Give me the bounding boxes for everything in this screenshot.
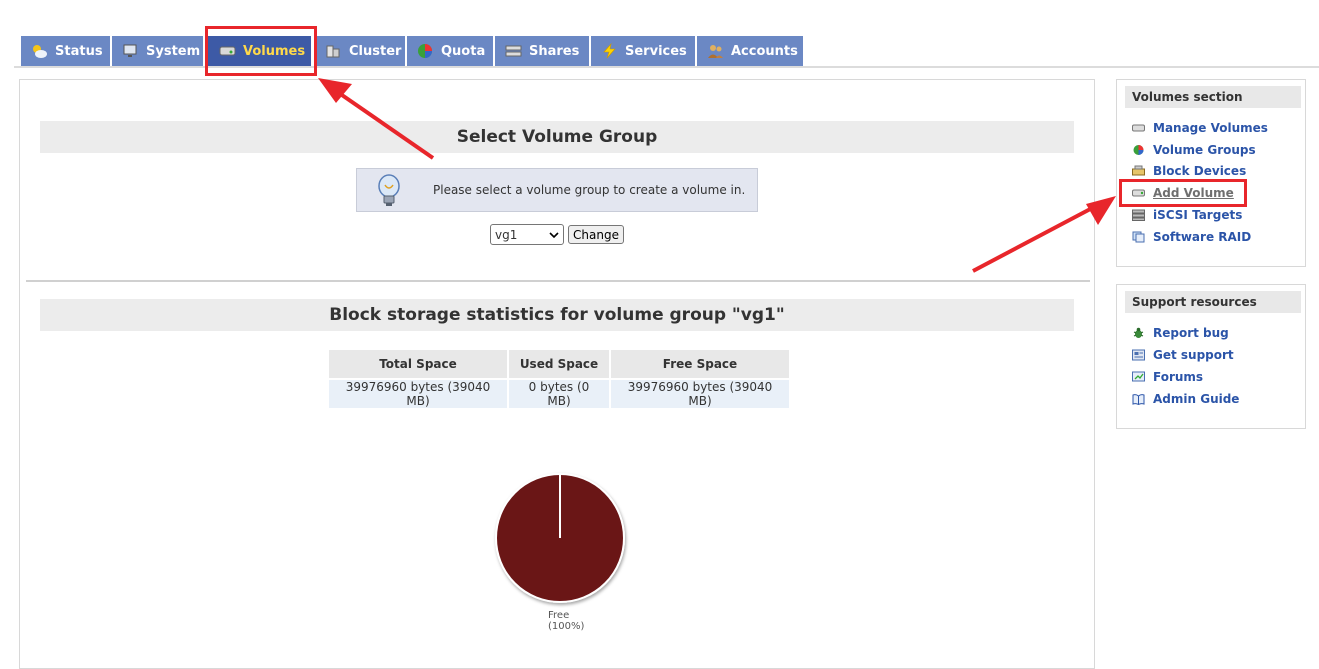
- volume-group-select[interactable]: vg1: [490, 224, 564, 245]
- pie-label-name: Free: [548, 610, 570, 621]
- block-devices-icon: [1132, 165, 1145, 177]
- volumes-section-title: Volumes section: [1125, 86, 1301, 108]
- sidebar-item-volume-groups[interactable]: Volume Groups: [1132, 142, 1256, 158]
- software-raid-icon: [1132, 231, 1145, 243]
- tab-cluster[interactable]: Cluster: [315, 36, 407, 66]
- tab-shares[interactable]: Shares: [495, 36, 591, 66]
- iscsi-targets-icon: [1132, 209, 1145, 221]
- sidebar-item-label: Get support: [1153, 348, 1234, 362]
- admin-guide-icon: [1132, 393, 1145, 406]
- sidebar-item-label: Volume Groups: [1153, 143, 1256, 157]
- pie-label-percent: (100%): [548, 621, 585, 632]
- column-header-used: Used Space: [509, 350, 609, 378]
- info-message-text: Please select a volume group to create a…: [433, 183, 746, 197]
- sidebar-item-label: Admin Guide: [1153, 392, 1240, 406]
- sidebar-item-manage-volumes[interactable]: Manage Volumes: [1132, 120, 1268, 136]
- sidebar-item-label: Manage Volumes: [1153, 121, 1268, 135]
- storage-pie-chart: [490, 468, 630, 608]
- sidebar-item-label: Software RAID: [1153, 230, 1252, 244]
- support-resources-title: Support resources: [1125, 291, 1301, 313]
- sidebar-item-label: Report bug: [1153, 326, 1229, 340]
- free-space-value: 39976960 bytes (39040 MB): [611, 380, 789, 408]
- sidebar-item-block-devices[interactable]: Block Devices: [1132, 163, 1246, 179]
- bug-icon: [1132, 327, 1145, 339]
- info-message-box: Please select a volume group to create a…: [356, 168, 758, 212]
- system-icon: [122, 43, 139, 59]
- change-button[interactable]: Change: [568, 225, 624, 244]
- main-content-panel: Select Volume Group Please select a volu…: [19, 79, 1095, 669]
- sidebar-item-report-bug[interactable]: Report bug: [1132, 325, 1229, 341]
- status-icon: [31, 43, 48, 59]
- tab-system[interactable]: System: [112, 36, 205, 66]
- sidebar-item-software-raid[interactable]: Software RAID: [1132, 229, 1251, 245]
- column-header-total: Total Space: [329, 350, 507, 378]
- sidebar-item-admin-guide[interactable]: Admin Guide: [1132, 391, 1239, 407]
- annotation-highlight-volumes-tab: [205, 26, 317, 76]
- table-header-row: Total Space Used Space Free Space: [329, 350, 789, 378]
- chevron-down-icon: [549, 228, 559, 242]
- table-row: 39976960 bytes (39040 MB) 0 bytes (0 MB)…: [329, 380, 789, 408]
- lightbulb-icon: [375, 173, 403, 207]
- services-icon: [601, 42, 618, 59]
- volumes-section-panel: Volumes section Manage Volumes Volume Gr…: [1116, 79, 1306, 267]
- support-icon: [1132, 349, 1145, 361]
- forums-icon: [1132, 371, 1145, 383]
- volume-groups-icon: [1132, 144, 1145, 156]
- column-header-free: Free Space: [611, 350, 789, 378]
- section-divider: [26, 280, 1090, 282]
- select-volume-group-title: Select Volume Group: [40, 121, 1074, 153]
- sidebar-item-forums[interactable]: Forums: [1132, 369, 1203, 385]
- tab-services[interactable]: Services: [591, 36, 697, 66]
- annotation-highlight-add-volume: [1119, 179, 1247, 207]
- tab-status[interactable]: Status: [21, 36, 112, 66]
- tab-accounts[interactable]: Accounts: [697, 36, 805, 66]
- quota-icon: [417, 43, 434, 59]
- shares-icon: [505, 43, 522, 59]
- sidebar-item-label: iSCSI Targets: [1153, 208, 1243, 222]
- sidebar-item-get-support[interactable]: Get support: [1132, 347, 1234, 363]
- storage-stats-table: Total Space Used Space Free Space 399769…: [327, 348, 791, 410]
- sidebar-item-label: Block Devices: [1153, 164, 1247, 178]
- sidebar-item-iscsi-targets[interactable]: iSCSI Targets: [1132, 207, 1242, 223]
- manage-volumes-icon: [1132, 122, 1145, 134]
- tab-quota[interactable]: Quota: [407, 36, 495, 66]
- main-tab-bar: Status System Volumes Cluster Quota Shar…: [0, 0, 1319, 68]
- total-space-value: 39976960 bytes (39040 MB): [329, 380, 507, 408]
- cluster-icon: [325, 43, 342, 59]
- support-resources-panel: Support resources Report bug Get support…: [1116, 284, 1306, 429]
- accounts-icon: [707, 43, 724, 59]
- sidebar-item-label: Forums: [1153, 370, 1204, 384]
- pie-slice-label: Free (100%): [548, 610, 584, 632]
- block-storage-stats-title: Block storage statistics for volume grou…: [40, 299, 1074, 331]
- used-space-value: 0 bytes (0 MB): [509, 380, 609, 408]
- volume-group-select-value: vg1: [495, 227, 518, 242]
